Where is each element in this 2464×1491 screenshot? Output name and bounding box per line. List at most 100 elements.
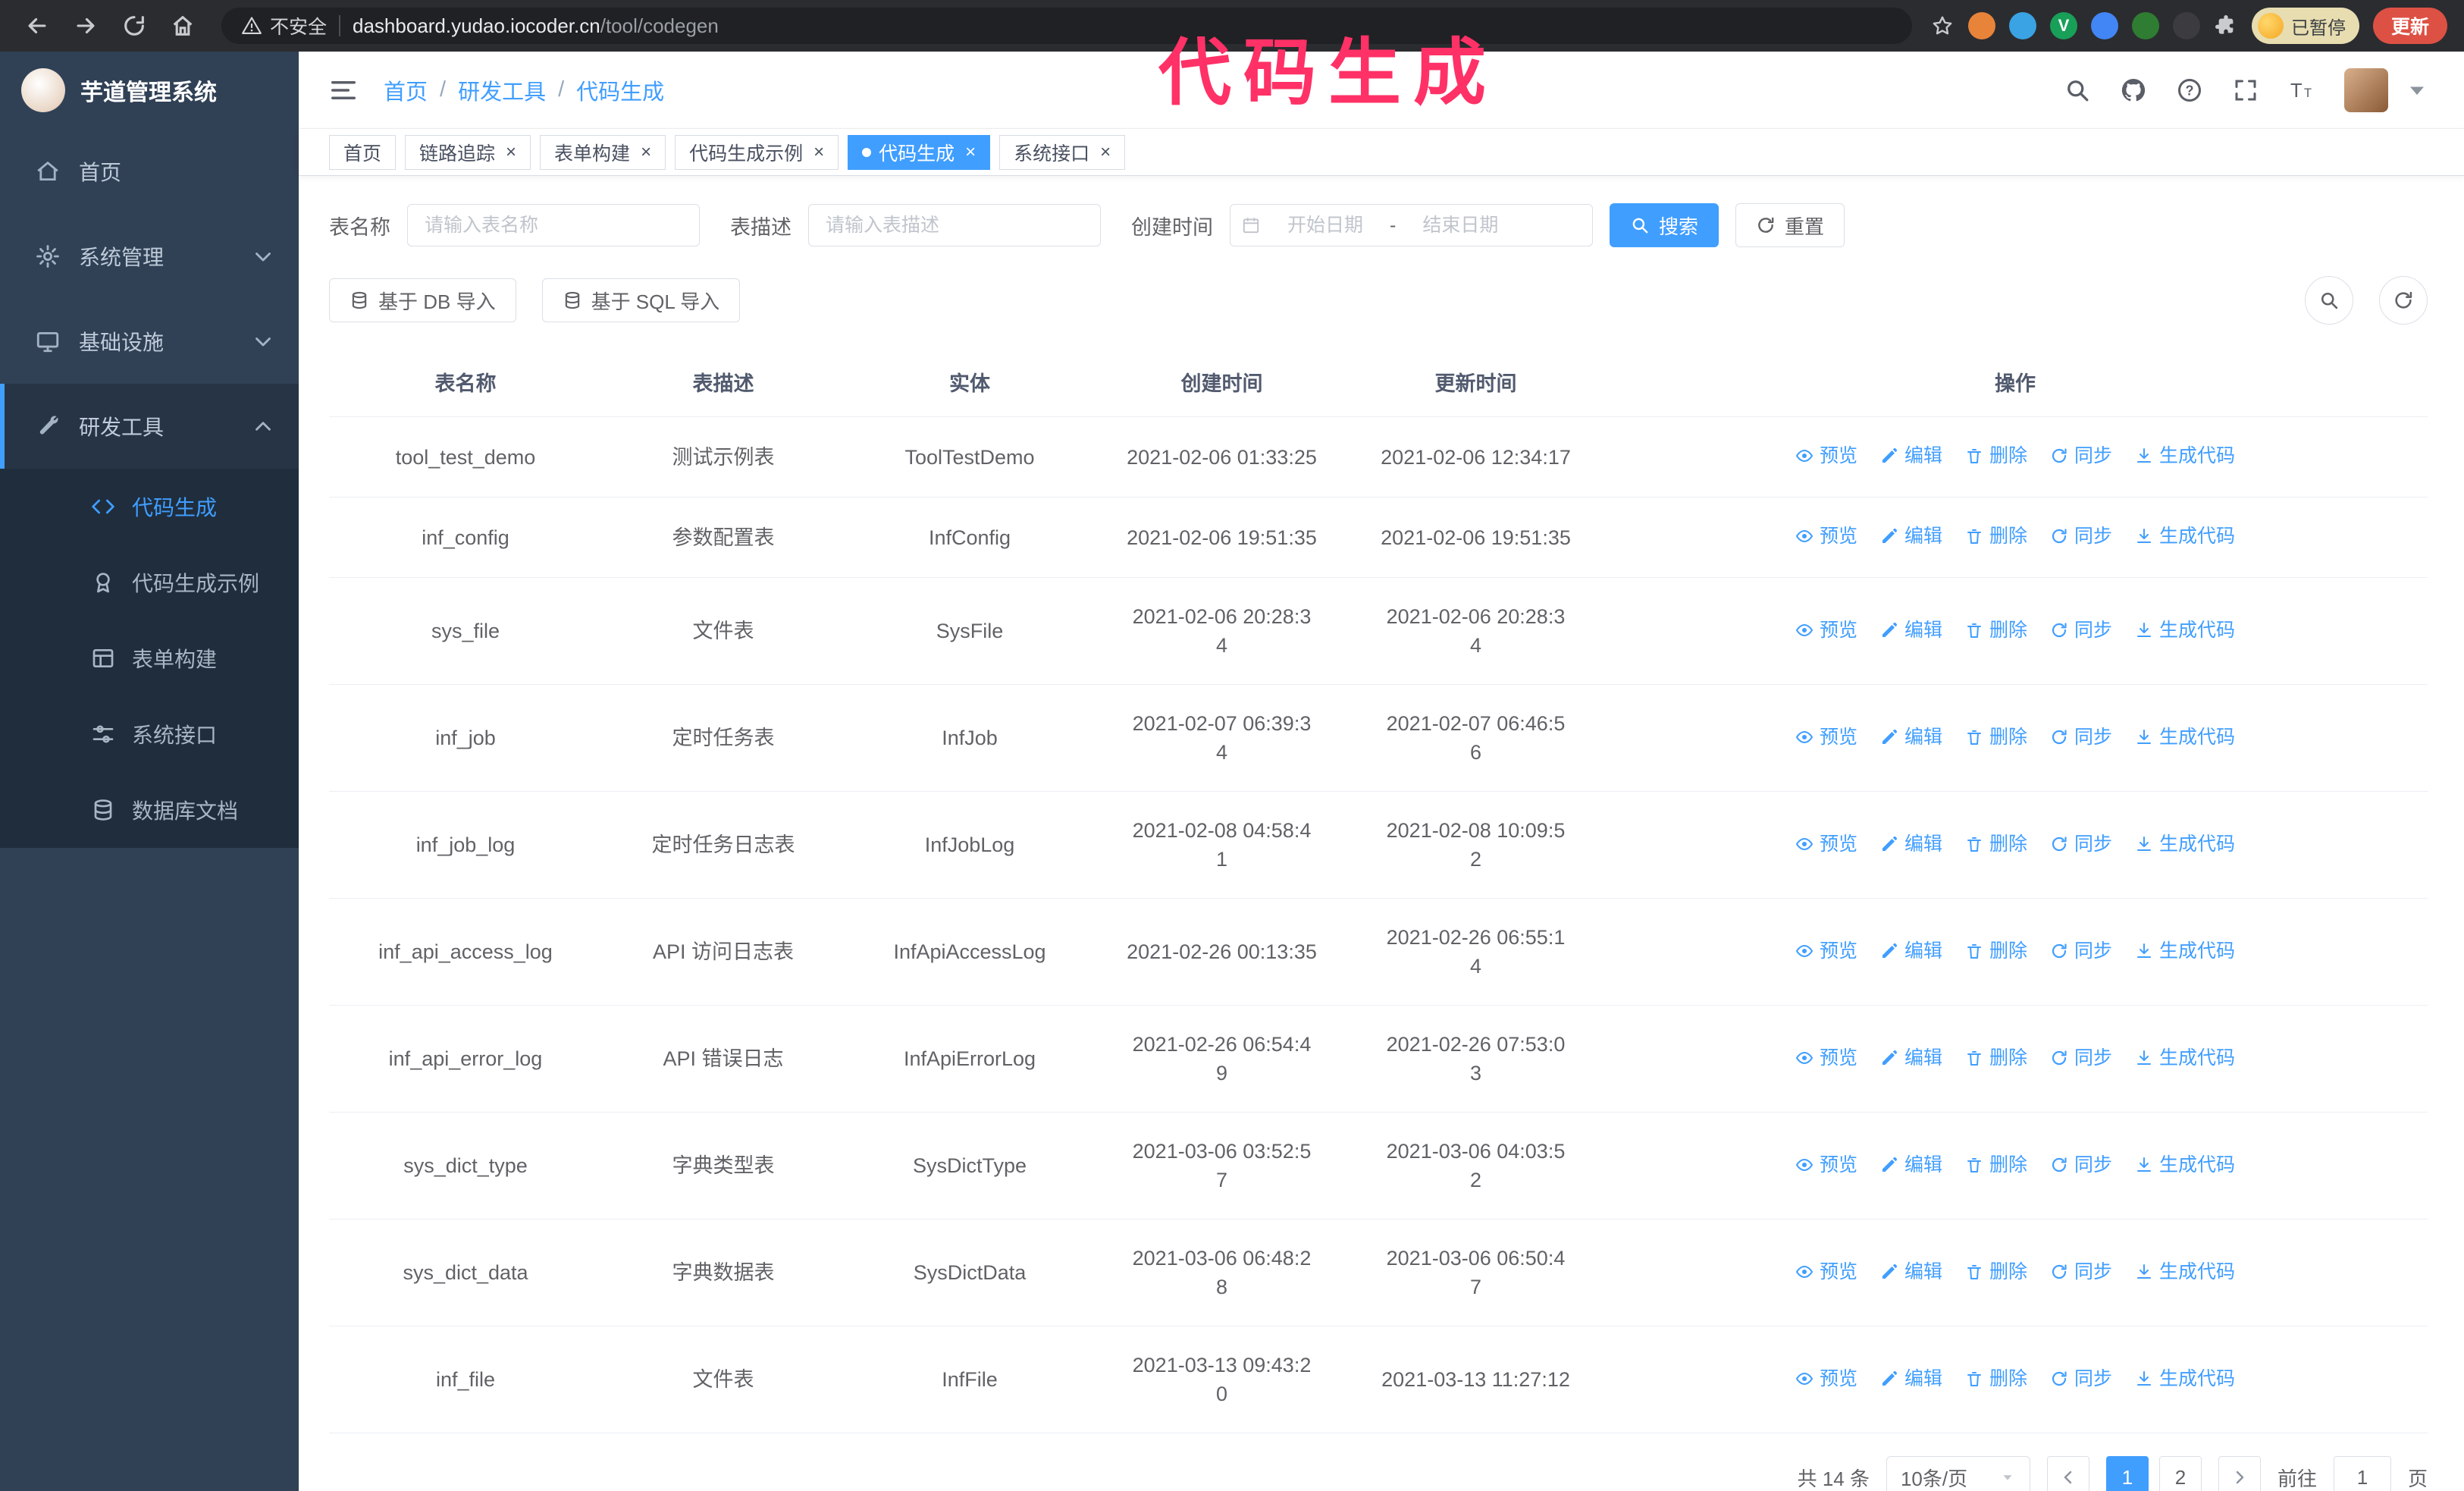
op-preview[interactable]: 预览 xyxy=(1795,830,1857,859)
op-generate[interactable]: 生成代码 xyxy=(2135,1257,2235,1286)
sidebar-toggle-icon[interactable] xyxy=(329,76,358,105)
extension-icon[interactable] xyxy=(2172,12,2200,39)
op-preview[interactable]: 预览 xyxy=(1795,522,1857,551)
browser-forward-icon[interactable] xyxy=(65,5,106,46)
fullscreen-icon[interactable] xyxy=(2232,77,2259,104)
op-delete[interactable]: 删除 xyxy=(1965,522,2027,551)
import-db-button[interactable]: 基于 DB 导入 xyxy=(329,278,516,322)
tab-codegen[interactable]: 代码生成 × xyxy=(848,134,991,170)
op-sync[interactable]: 同步 xyxy=(2050,723,2112,752)
op-preview[interactable]: 预览 xyxy=(1795,441,1857,470)
close-icon[interactable]: × xyxy=(506,143,516,162)
op-edit[interactable]: 编辑 xyxy=(1880,616,1942,645)
op-generate[interactable]: 生成代码 xyxy=(2135,522,2235,551)
page-button-2[interactable]: 2 xyxy=(2158,1456,2202,1491)
op-delete[interactable]: 删除 xyxy=(1965,937,2027,965)
next-page-button[interactable] xyxy=(2218,1456,2261,1491)
extension-icon[interactable] xyxy=(1967,12,1995,39)
op-edit[interactable]: 编辑 xyxy=(1880,441,1942,470)
reset-button[interactable]: 重置 xyxy=(1735,203,1845,247)
create-time-range-picker[interactable]: - xyxy=(1230,204,1593,246)
op-generate[interactable]: 生成代码 xyxy=(2135,937,2235,965)
op-generate[interactable]: 生成代码 xyxy=(2135,1364,2235,1393)
sidebar-item-db-doc[interactable]: 数据库文档 xyxy=(0,772,299,848)
op-sync[interactable]: 同步 xyxy=(2050,830,2112,859)
tab-tracer[interactable]: 链路追踪 × xyxy=(405,134,531,170)
op-delete[interactable]: 删除 xyxy=(1965,830,2027,859)
op-sync[interactable]: 同步 xyxy=(2050,937,2112,965)
address-bar[interactable]: 不安全 dashboard.yudao.iocoder.cn/tool/code… xyxy=(221,8,1912,44)
op-edit[interactable]: 编辑 xyxy=(1880,1257,1942,1286)
table-desc-input[interactable] xyxy=(808,204,1101,246)
op-preview[interactable]: 预览 xyxy=(1795,1150,1857,1179)
refresh-table-button[interactable] xyxy=(2379,276,2428,325)
tab-form-builder[interactable]: 表单构建 × xyxy=(540,134,666,170)
op-edit[interactable]: 编辑 xyxy=(1880,1044,1942,1072)
extension-icon[interactable] xyxy=(2008,12,2036,39)
op-generate[interactable]: 生成代码 xyxy=(2135,1150,2235,1179)
breadcrumb-item[interactable]: 研发工具 xyxy=(458,74,546,106)
end-date-input[interactable] xyxy=(1400,214,1521,237)
goto-page-input[interactable] xyxy=(2333,1456,2391,1491)
table-name-input[interactable] xyxy=(407,204,700,246)
op-edit[interactable]: 编辑 xyxy=(1880,1150,1942,1179)
sidebar-item-infra[interactable]: 基础设施 xyxy=(0,299,299,384)
op-generate[interactable]: 生成代码 xyxy=(2135,441,2235,470)
op-generate[interactable]: 生成代码 xyxy=(2135,723,2235,752)
op-sync[interactable]: 同步 xyxy=(2050,522,2112,551)
op-sync[interactable]: 同步 xyxy=(2050,616,2112,645)
tab-home[interactable]: 首页 xyxy=(329,134,397,170)
tab-codegen-example[interactable]: 代码生成示例 × xyxy=(675,134,839,170)
security-chip[interactable]: 不安全 xyxy=(241,12,327,39)
op-delete[interactable]: 删除 xyxy=(1965,616,2027,645)
profile-badge[interactable]: 已暂停 xyxy=(2251,8,2359,44)
toggle-search-button[interactable] xyxy=(2305,276,2353,325)
extension-icon[interactable]: V xyxy=(2049,12,2077,39)
bookmark-star-icon[interactable] xyxy=(1930,14,1955,38)
start-date-input[interactable] xyxy=(1265,214,1385,237)
op-delete[interactable]: 删除 xyxy=(1965,1257,2027,1286)
app-logo[interactable]: 芋道管理系统 xyxy=(0,52,299,129)
tab-system-api[interactable]: 系统接口 × xyxy=(999,134,1126,170)
op-preview[interactable]: 预览 xyxy=(1795,1044,1857,1072)
extension-icon[interactable] xyxy=(2090,12,2118,39)
browser-back-icon[interactable] xyxy=(17,5,58,46)
prev-page-button[interactable] xyxy=(2046,1456,2089,1491)
op-sync[interactable]: 同步 xyxy=(2050,441,2112,470)
op-sync[interactable]: 同步 xyxy=(2050,1150,2112,1179)
close-icon[interactable]: × xyxy=(1100,143,1111,162)
op-sync[interactable]: 同步 xyxy=(2050,1257,2112,1286)
close-icon[interactable]: × xyxy=(641,143,651,162)
close-icon[interactable]: × xyxy=(965,143,976,162)
op-edit[interactable]: 编辑 xyxy=(1880,522,1942,551)
extensions-puzzle-icon[interactable] xyxy=(2214,14,2238,38)
sidebar-item-home[interactable]: 首页 xyxy=(0,129,299,214)
op-edit[interactable]: 编辑 xyxy=(1880,723,1942,752)
op-preview[interactable]: 预览 xyxy=(1795,616,1857,645)
op-edit[interactable]: 编辑 xyxy=(1880,937,1942,965)
sidebar-item-system[interactable]: 系统管理 xyxy=(0,214,299,299)
import-sql-button[interactable]: 基于 SQL 导入 xyxy=(541,278,741,322)
op-sync[interactable]: 同步 xyxy=(2050,1044,2112,1072)
font-size-icon[interactable]: TT xyxy=(2288,77,2315,104)
op-delete[interactable]: 删除 xyxy=(1965,1364,2027,1393)
breadcrumb-item[interactable]: 首页 xyxy=(384,74,428,106)
op-delete[interactable]: 删除 xyxy=(1965,1150,2027,1179)
sidebar-item-form-builder[interactable]: 表单构建 xyxy=(0,620,299,696)
chevron-down-icon[interactable] xyxy=(2403,77,2431,104)
op-generate[interactable]: 生成代码 xyxy=(2135,830,2235,859)
op-edit[interactable]: 编辑 xyxy=(1880,830,1942,859)
op-preview[interactable]: 预览 xyxy=(1795,1364,1857,1393)
op-preview[interactable]: 预览 xyxy=(1795,1257,1857,1286)
op-preview[interactable]: 预览 xyxy=(1795,723,1857,752)
sidebar-item-codegen-example[interactable]: 代码生成示例 xyxy=(0,545,299,620)
close-icon[interactable]: × xyxy=(813,143,824,162)
page-size-select[interactable]: 10条/页 xyxy=(1886,1456,2030,1491)
op-generate[interactable]: 生成代码 xyxy=(2135,616,2235,645)
sidebar-item-codegen[interactable]: 代码生成 xyxy=(0,469,299,545)
help-icon[interactable]: ? xyxy=(2176,77,2203,104)
browser-home-icon[interactable] xyxy=(162,5,203,46)
github-icon[interactable] xyxy=(2120,77,2147,104)
search-icon[interactable] xyxy=(2064,77,2091,104)
op-generate[interactable]: 生成代码 xyxy=(2135,1044,2235,1072)
